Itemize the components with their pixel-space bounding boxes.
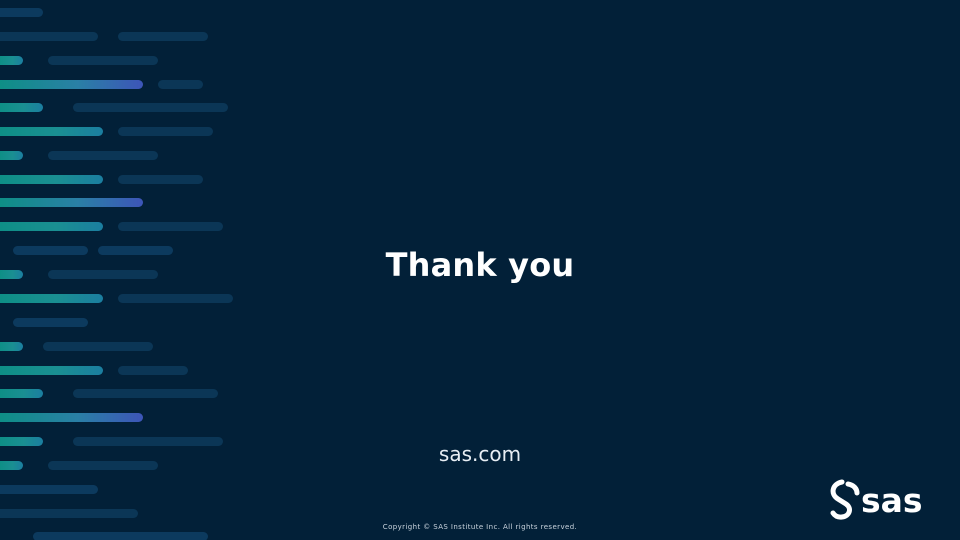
stripe <box>48 151 158 160</box>
stripe <box>0 32 98 41</box>
slide-title: Thank you <box>385 246 575 284</box>
stripe <box>73 103 228 112</box>
slide: Thank you sas.com sas Copyright © SAS In… <box>0 0 960 540</box>
stripe <box>0 485 98 494</box>
stripe <box>0 56 23 65</box>
stripe <box>118 32 208 41</box>
sas-wordmark: sas <box>861 481 923 520</box>
stripe <box>0 8 43 17</box>
stripe <box>118 222 223 231</box>
stripe <box>0 294 103 303</box>
stripe <box>13 318 88 327</box>
stripe <box>0 151 23 160</box>
stripe <box>0 222 103 231</box>
stripe <box>48 56 158 65</box>
stripe <box>33 532 208 540</box>
stripe <box>0 413 143 422</box>
stripe <box>0 366 103 375</box>
sas-logo: sas <box>828 478 936 524</box>
stripe <box>0 80 143 89</box>
stripe <box>118 294 233 303</box>
stripe <box>118 175 203 184</box>
stripe <box>158 80 203 89</box>
stripe <box>0 509 138 518</box>
sas-logo-icon: sas <box>830 479 923 520</box>
stripe <box>0 103 43 112</box>
stripe <box>0 389 43 398</box>
stripe <box>0 342 23 351</box>
stripe <box>0 127 103 136</box>
copyright-notice: Copyright © SAS Institute Inc. All right… <box>382 523 578 531</box>
stripe <box>73 389 218 398</box>
stripe <box>43 342 153 351</box>
website-link[interactable]: sas.com <box>0 442 960 466</box>
stripe <box>118 127 213 136</box>
stripe <box>0 198 143 207</box>
stripe <box>118 366 188 375</box>
stripe <box>0 175 103 184</box>
